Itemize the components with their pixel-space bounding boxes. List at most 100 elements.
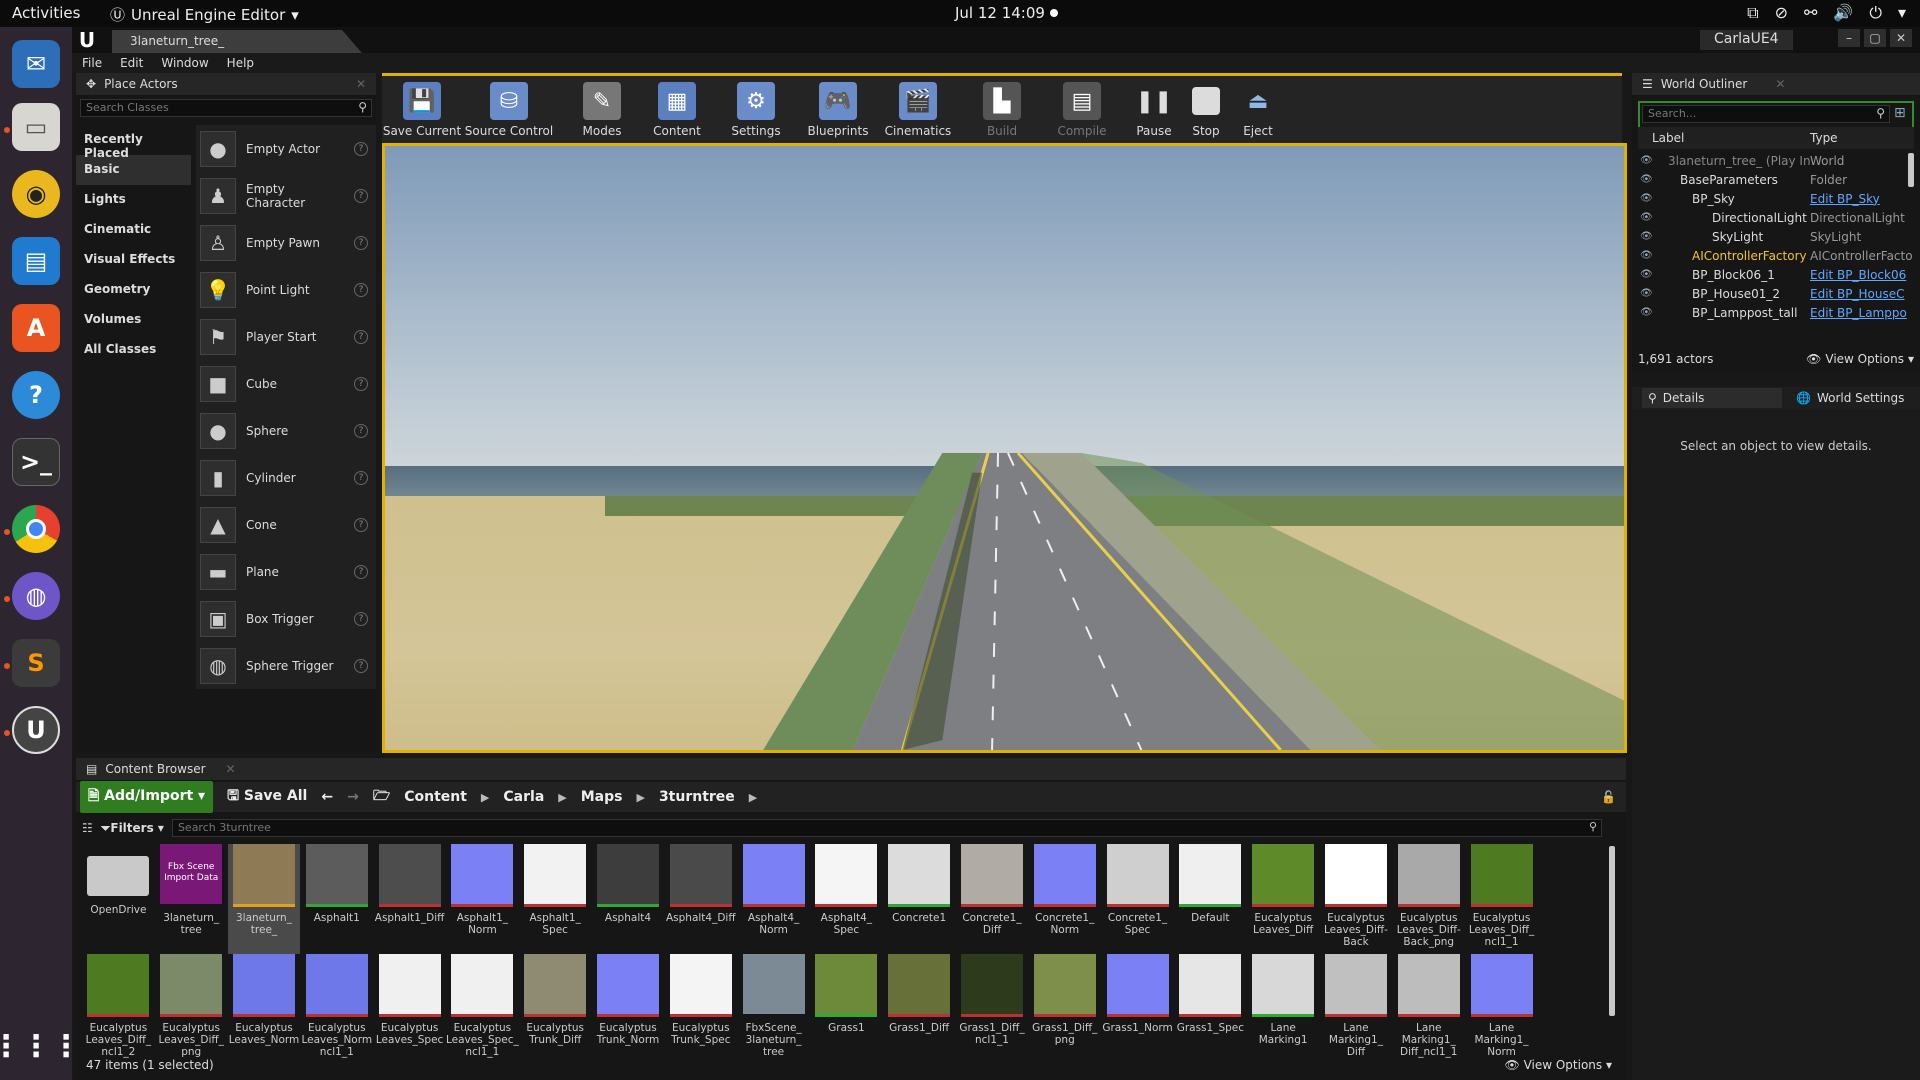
browser-icon[interactable]: ◍: [12, 572, 60, 620]
asset-tile[interactable]: Eucalyptus Leaves_Diff- Back_png: [1392, 844, 1465, 954]
help-icon[interactable]: ?: [354, 470, 368, 485]
unreal-engine-icon[interactable]: U: [12, 706, 60, 754]
asset-tile[interactable]: Lane Marking1: [1247, 954, 1320, 1064]
asset-tile[interactable]: Eucalyptus Trunk_Spec: [664, 954, 737, 1064]
outliner-row[interactable]: 👁 BaseParameters Folder: [1638, 170, 1914, 189]
eye-icon[interactable]: 👁: [1640, 269, 1654, 280]
content-button[interactable]: ▦ Content: [637, 82, 717, 138]
world-outliner-tab[interactable]: ☰ World Outliner ✕: [1632, 73, 1920, 95]
add-folder-icon[interactable]: ⊞: [1894, 105, 1906, 121]
category-cinematic[interactable]: Cinematic: [76, 215, 191, 245]
files-icon[interactable]: ▭: [12, 103, 60, 151]
actor-item[interactable]: ● Sphere?: [196, 407, 376, 454]
asset-tile[interactable]: Lane Marking1_ Norm: [1465, 954, 1538, 1064]
forward-arrow-icon[interactable]: →: [347, 789, 359, 805]
actor-item[interactable]: ▮ Cylinder?: [196, 454, 376, 501]
cinematics-button[interactable]: 🎬 Cinematics: [878, 82, 958, 138]
asset-tile[interactable]: Grass1_Diff_ ncl1_1: [956, 954, 1029, 1064]
help-icon[interactable]: ?: [354, 282, 368, 297]
actor-item[interactable]: ● Empty Actor?: [196, 125, 376, 172]
clock[interactable]: Jul 12 14:09: [955, 4, 1045, 22]
activities-button[interactable]: Activities: [12, 4, 80, 22]
help-icon[interactable]: ?: [354, 611, 368, 626]
close-tab-icon[interactable]: ✕: [226, 762, 236, 776]
details-tab[interactable]: ⚲ Details: [1642, 388, 1782, 408]
asset-tile[interactable]: Eucalyptus Trunk_Diff: [519, 954, 592, 1064]
view-options-button[interactable]: 👁 View Options ▾: [1505, 1058, 1613, 1072]
chevron-right-icon[interactable]: ▶: [636, 791, 644, 804]
lock-icon[interactable]: 🔓: [1601, 790, 1616, 804]
menu-window[interactable]: Window: [161, 56, 208, 70]
settings-button[interactable]: ⚙ Settings: [716, 82, 796, 138]
asset-tile[interactable]: 3laneturn_ tree_: [227, 844, 301, 954]
outliner-row[interactable]: 👁 BP_Block06_1 Edit BP_Block06: [1638, 265, 1914, 284]
actor-item[interactable]: ▬ Plane?: [196, 548, 376, 595]
help-icon[interactable]: ?: [354, 517, 368, 532]
asset-tile[interactable]: Eucalyptus Leaves_Diff_ ncl1_2: [82, 954, 155, 1064]
volume-icon[interactable]: 🔊: [1833, 3, 1853, 23]
network-icon[interactable]: ⚯: [1804, 3, 1817, 23]
asset-tile[interactable]: Eucalyptus Leaves_Norm: [228, 954, 301, 1064]
compile-button[interactable]: ▤ Compile: [1042, 82, 1122, 138]
asset-tile[interactable]: Asphalt4: [592, 844, 665, 954]
asset-tile[interactable]: Eucalyptus Trunk_Norm: [592, 954, 665, 1064]
software-icon[interactable]: A: [12, 304, 60, 352]
asset-tile[interactable]: Concrete1_ Norm: [1028, 844, 1101, 954]
asset-tile[interactable]: Eucalyptus Leaves_Diff- Back: [1320, 844, 1393, 954]
asset-tile[interactable]: Eucalyptus Leaves_Spec: [373, 954, 446, 1064]
close-tab-icon[interactable]: ✕: [1775, 77, 1785, 91]
chevron-right-icon[interactable]: ▶: [749, 791, 757, 804]
help-icon[interactable]: ?: [354, 658, 368, 673]
view-options-button[interactable]: 👁 View Options ▾: [1806, 352, 1914, 366]
actor-item[interactable]: ◍ Sphere Trigger?: [196, 642, 376, 689]
outliner-row[interactable]: 👁 AIControllerFactory AIControllerFacto: [1638, 246, 1914, 265]
asset-tile[interactable]: OpenDrive: [82, 844, 155, 954]
asset-tile[interactable]: Eucalyptus Leaves_Spec_ ncl1_1: [446, 954, 519, 1064]
asset-tile[interactable]: Grass1: [810, 954, 883, 1064]
eye-icon[interactable]: 👁: [1640, 307, 1654, 318]
asset-tile[interactable]: Concrete1: [883, 844, 956, 954]
close-tab-icon[interactable]: ✕: [356, 77, 366, 91]
asset-tile[interactable]: Grass1_Diff: [883, 954, 956, 1064]
help-icon[interactable]: ?: [354, 564, 368, 579]
asset-tile[interactable]: Fbx Scene Import Data 3laneturn_ tree: [155, 844, 228, 954]
screen-share-icon[interactable]: ⧉: [1747, 3, 1758, 23]
eye-icon[interactable]: 👁: [1640, 212, 1654, 223]
category-lights[interactable]: Lights: [76, 185, 191, 215]
asset-tile[interactable]: Asphalt1_Diff: [373, 844, 446, 954]
actor-item[interactable]: ■ Cube?: [196, 360, 376, 407]
actor-item[interactable]: ♟ Empty Character?: [196, 172, 376, 219]
menu-edit[interactable]: Edit: [120, 56, 143, 70]
asset-tile[interactable]: Eucalyptus Leaves_Diff_ png: [155, 954, 228, 1064]
asset-tile[interactable]: Asphalt1_ Spec: [519, 844, 592, 954]
maximize-button[interactable]: ▢: [1864, 29, 1886, 47]
category-volumes[interactable]: Volumes: [76, 305, 191, 335]
stop-button[interactable]: Stop: [1176, 82, 1236, 138]
build-button[interactable]: ▙ Build: [962, 82, 1042, 138]
outliner-row[interactable]: 👁 BP_House01_2 Edit BP_HouseC: [1638, 284, 1914, 303]
asset-search-input[interactable]: Search 3turntree ⚲: [171, 819, 1602, 837]
content-browser-tab[interactable]: ▤ Content Browser ✕: [76, 758, 1626, 780]
row-type-link[interactable]: Edit BP_Lamppo: [1810, 306, 1914, 320]
help-icon[interactable]: ?: [354, 235, 368, 250]
help-icon[interactable]: ?: [354, 376, 368, 391]
asset-tile[interactable]: Grass1_Spec: [1174, 954, 1247, 1064]
outliner-row[interactable]: 👁 DirectionalLight DirectionalLight: [1638, 208, 1914, 227]
eye-icon[interactable]: 👁: [1640, 155, 1654, 166]
writer-icon[interactable]: ▤: [12, 237, 60, 285]
asset-tile[interactable]: Concrete1_ Spec: [1101, 844, 1174, 954]
outliner-row[interactable]: 👁 3laneturn_tree_ (Play In Editor)World: [1638, 151, 1914, 170]
asset-tile[interactable]: Concrete1_ Diff: [956, 844, 1029, 954]
chevron-right-icon[interactable]: ▶: [481, 791, 489, 804]
category-visual-effects[interactable]: Visual Effects: [76, 245, 191, 275]
thunderbird-icon[interactable]: ✉: [12, 40, 60, 88]
eye-icon[interactable]: 👁: [1640, 288, 1654, 299]
actor-item[interactable]: 💡 Point Light?: [196, 266, 376, 313]
asset-tile[interactable]: Eucalyptus Leaves_Norm ncl1_1: [300, 954, 373, 1064]
system-tray[interactable]: ⧉ ⊘ ⚯ 🔊 ⏻ ▾: [1747, 3, 1906, 23]
breadcrumb-carla[interactable]: Carla: [503, 789, 544, 805]
rhythmbox-icon[interactable]: ◉: [12, 170, 60, 218]
outliner-row[interactable]: 👁 BP_Lamppost_tall Edit BP_Lamppo: [1638, 303, 1914, 322]
breadcrumb-maps[interactable]: Maps: [581, 789, 623, 805]
row-type-link[interactable]: Edit BP_Sky: [1810, 192, 1914, 206]
